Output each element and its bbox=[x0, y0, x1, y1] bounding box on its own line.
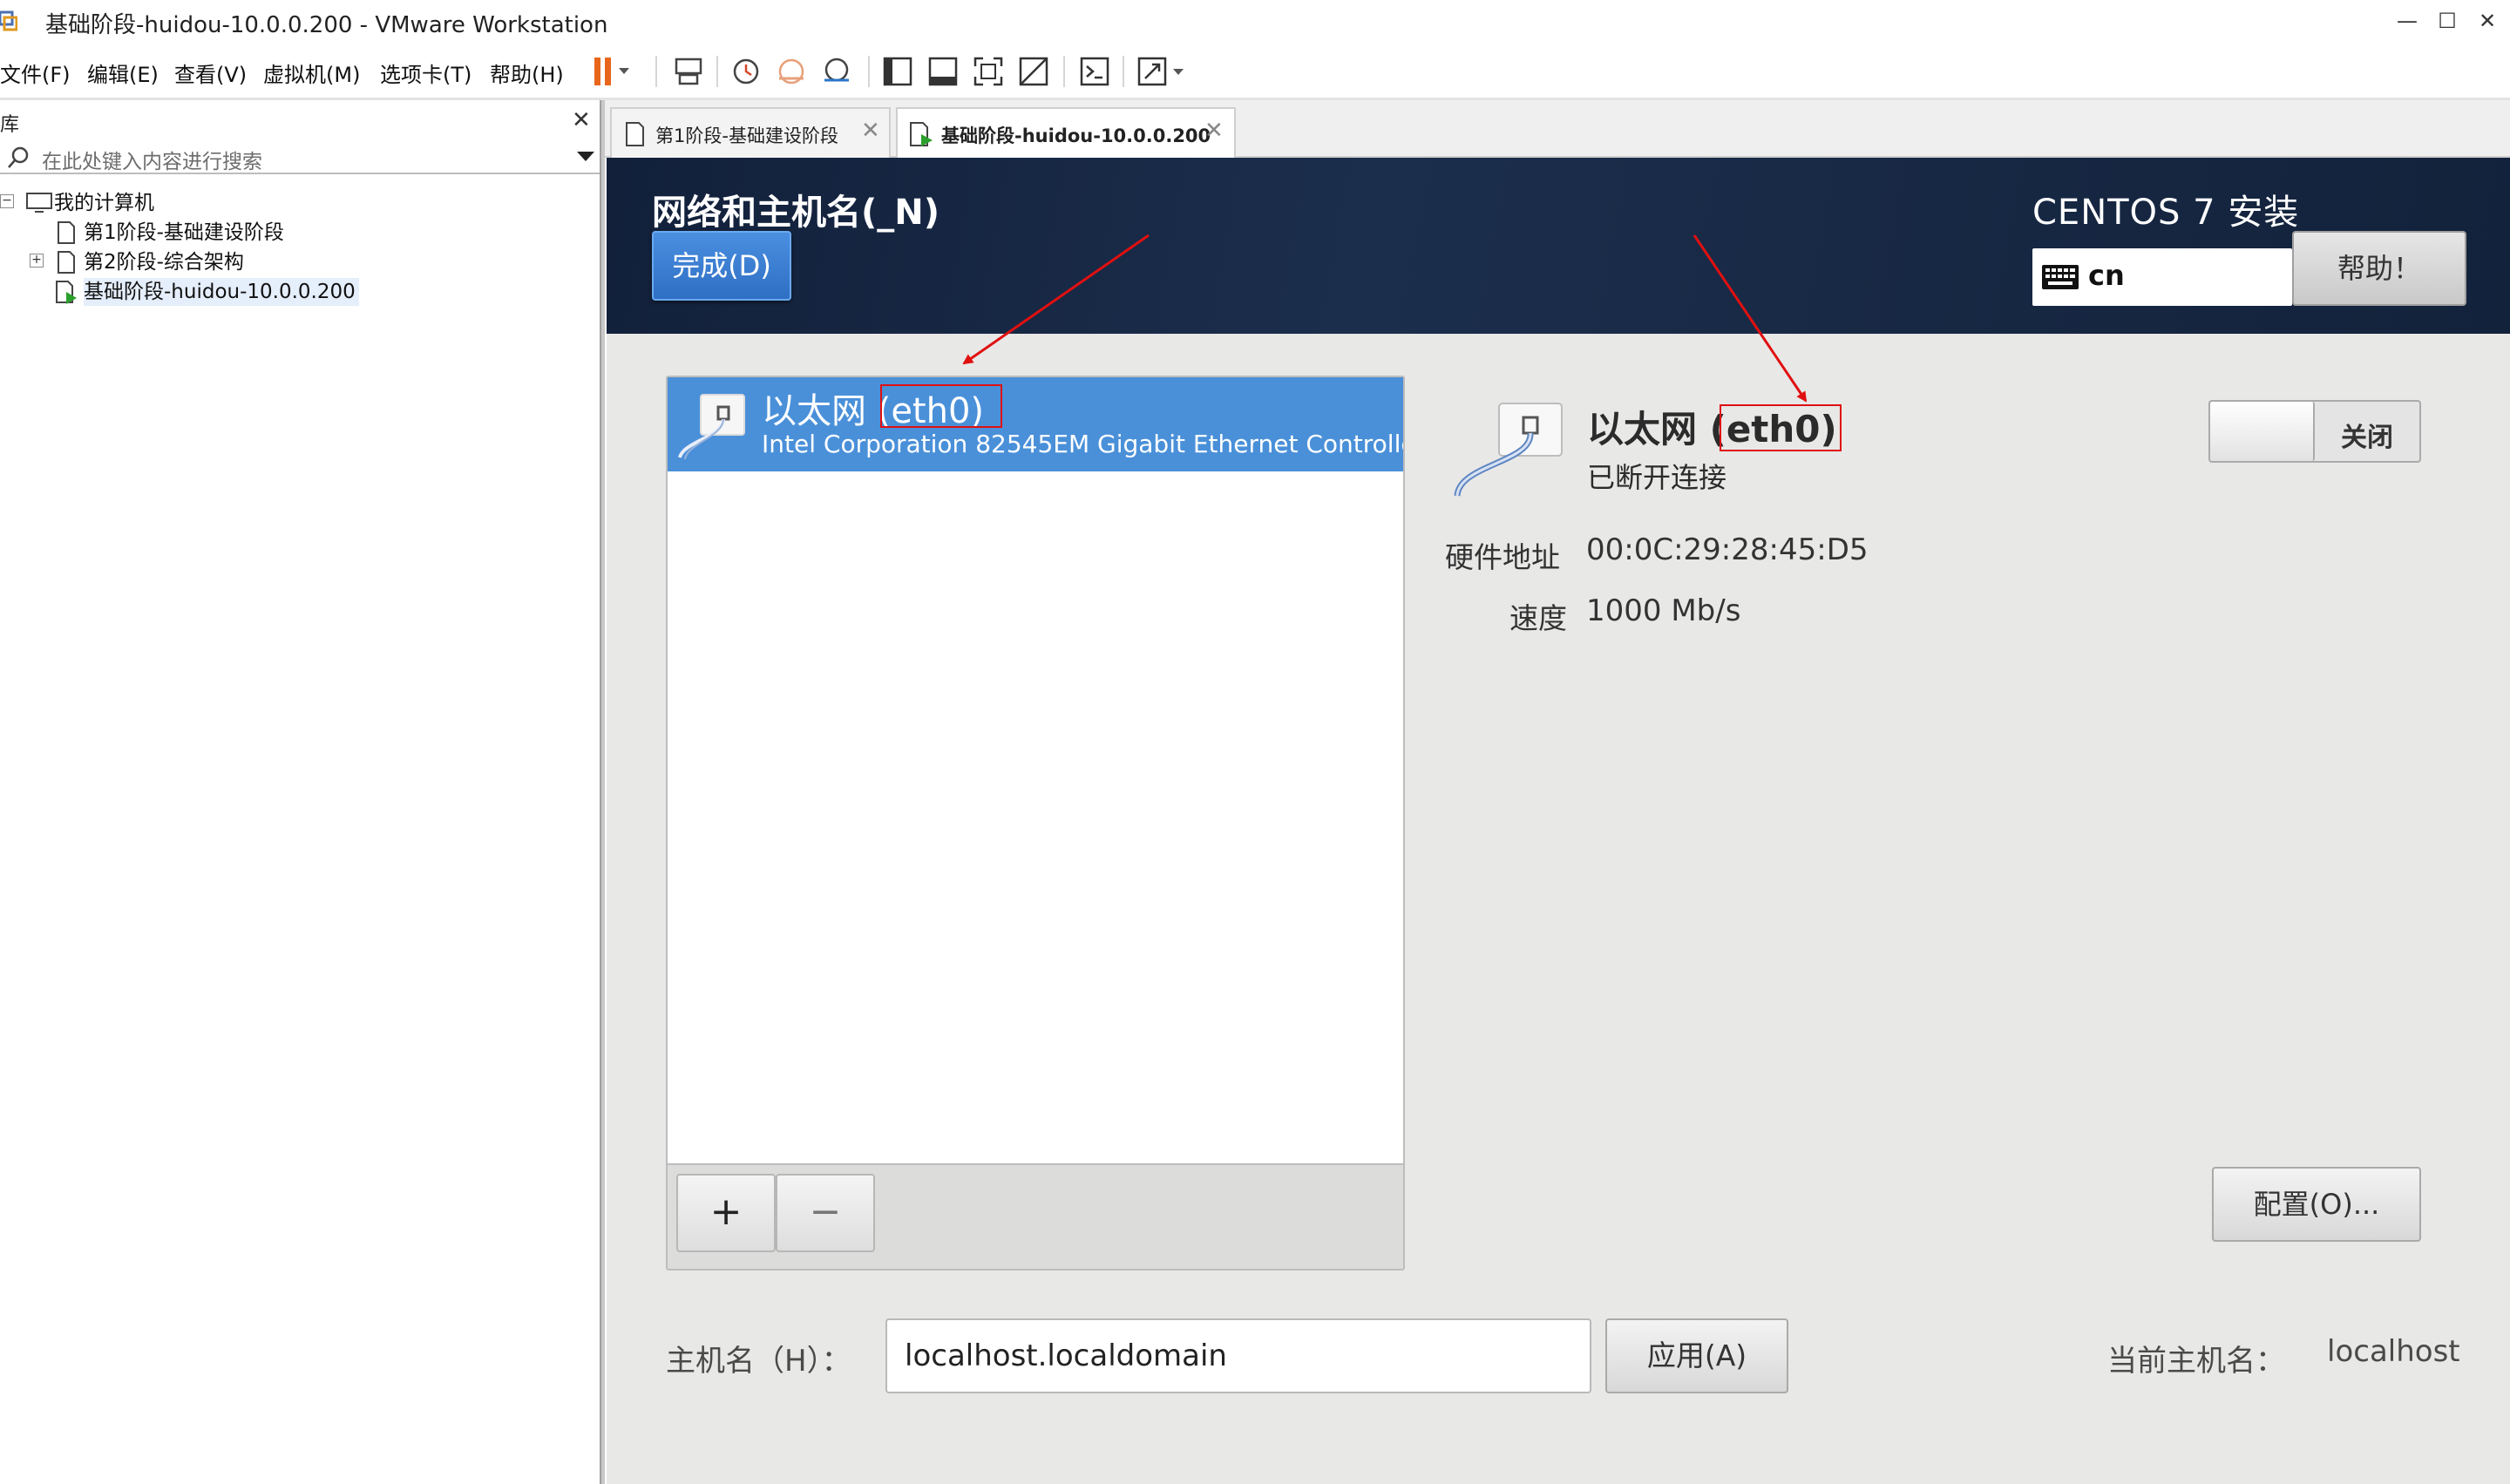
hardware-address-label: 硬件地址 bbox=[1445, 540, 1560, 574]
done-button[interactable]: 完成(D) bbox=[652, 231, 791, 301]
fullscreen-icon[interactable] bbox=[971, 54, 1006, 89]
menu-help[interactable]: 帮助(H) bbox=[490, 58, 564, 88]
console-icon[interactable] bbox=[1077, 54, 1112, 89]
tab-label: 基础阶段-huidou-10.0.0.200 bbox=[941, 125, 1211, 146]
vmware-logo-icon bbox=[0, 10, 17, 31]
tree-expand-icon[interactable]: + bbox=[30, 254, 44, 268]
tab-close-icon[interactable]: ✕ bbox=[861, 118, 880, 144]
minimize-button[interactable]: — bbox=[2386, 5, 2428, 37]
network-device-list: 以太网 (eth0) Intel Corporation 82545EM Gig… bbox=[666, 376, 1405, 1271]
tab-label: 第1阶段-基础建设阶段 bbox=[655, 125, 838, 146]
menu-view[interactable]: 查看(V) bbox=[174, 58, 247, 88]
toggle-knob[interactable] bbox=[2210, 402, 2315, 461]
vm-console[interactable]: 网络和主机名(_N) 完成(D) CENTOS 7 安装 cn 帮助！ 以太网 … bbox=[607, 158, 2510, 1484]
tab-close-icon[interactable]: ✕ bbox=[1204, 118, 1224, 144]
snapshot-icon[interactable] bbox=[729, 54, 763, 89]
pause-icon[interactable] bbox=[591, 54, 633, 89]
device-description: Intel Corporation 82545EM Gigabit Ethern… bbox=[762, 430, 1403, 458]
menu-bar: 文件(F) 编辑(E) 查看(V) 虚拟机(M) 选项卡(T) 帮助(H) bbox=[0, 45, 2510, 96]
installer-header: 网络和主机名(_N) 完成(D) CENTOS 7 安装 cn 帮助！ bbox=[607, 158, 2510, 334]
tab-vm-1[interactable]: 第1阶段-基础建设阶段 ✕ bbox=[610, 107, 891, 158]
sidebar-splitter[interactable] bbox=[600, 100, 605, 1484]
maximize-button[interactable]: ☐ bbox=[2426, 5, 2468, 37]
window-title: 基础阶段-huidou-10.0.0.200 - VMware Workstat… bbox=[45, 12, 608, 38]
hostname-input[interactable] bbox=[885, 1318, 1591, 1393]
toggle-state-label: 关闭 bbox=[2341, 423, 2393, 453]
tree-collapse-icon[interactable]: − bbox=[0, 194, 14, 208]
vm-tab-strip: 第1阶段-基础建设阶段 ✕ 基础阶段-huidou-10.0.0.200 ✕ bbox=[605, 100, 2510, 158]
vm-icon bbox=[626, 122, 644, 146]
show-library-icon[interactable] bbox=[880, 54, 915, 89]
menu-file[interactable]: 文件(F) bbox=[0, 58, 71, 88]
library-title: 库 bbox=[0, 114, 20, 136]
device-list-toolbar: + − bbox=[668, 1163, 1403, 1269]
configure-button[interactable]: 配置(O)... bbox=[2212, 1167, 2421, 1242]
vm-running-icon bbox=[910, 122, 933, 146]
device-row-eth0[interactable]: 以太网 (eth0) Intel Corporation 82545EM Gig… bbox=[668, 377, 1403, 471]
vm-icon bbox=[58, 251, 75, 274]
stretch-icon[interactable] bbox=[1135, 54, 1189, 89]
search-dropdown-icon[interactable] bbox=[577, 152, 594, 161]
keyboard-icon bbox=[2042, 265, 2079, 289]
connection-status: 已断开连接 bbox=[1587, 461, 1727, 494]
menu-vm[interactable]: 虚拟机(M) bbox=[263, 58, 360, 88]
tab-vm-2[interactable]: 基础阶段-huidou-10.0.0.200 ✕ bbox=[896, 107, 1236, 158]
speed-label: 速度 bbox=[1509, 601, 1567, 635]
computer-icon bbox=[26, 193, 52, 213]
menu-edit[interactable]: 编辑(E) bbox=[87, 58, 159, 88]
menu-tabs[interactable]: 选项卡(T) bbox=[380, 58, 471, 88]
revert-snapshot-icon[interactable] bbox=[774, 54, 809, 89]
tree-item-vm-3[interactable]: 基础阶段-huidou-10.0.0.200 bbox=[84, 278, 359, 306]
keyboard-layout-label: cn bbox=[2088, 259, 2125, 292]
hostname-label: 主机名（H）： bbox=[666, 1344, 851, 1379]
send-keys-icon[interactable] bbox=[671, 54, 706, 89]
search-placeholder: 在此处键入内容进行搜索 bbox=[42, 151, 262, 173]
remove-device-button[interactable]: − bbox=[776, 1174, 875, 1252]
help-button[interactable]: 帮助！ bbox=[2292, 231, 2466, 306]
library-search[interactable]: 在此处键入内容进行搜索 bbox=[0, 139, 601, 174]
library-panel: 库 ✕ 在此处键入内容进行搜索 − 我的计算机 第1阶段-基础建设阶段 + 第2… bbox=[0, 100, 601, 1484]
apply-hostname-button[interactable]: 应用(A) bbox=[1605, 1318, 1788, 1393]
unity-icon[interactable] bbox=[1016, 54, 1051, 89]
search-icon bbox=[8, 146, 29, 168]
snapshot-manager-icon[interactable] bbox=[819, 54, 854, 89]
ethernet-icon bbox=[678, 394, 745, 460]
add-device-button[interactable]: + bbox=[676, 1174, 776, 1252]
current-hostname-label: 当前主机名： bbox=[2107, 1344, 2285, 1379]
ethernet-large-icon bbox=[1454, 403, 1563, 497]
annotation-box-list bbox=[880, 384, 1002, 428]
vm-icon bbox=[58, 221, 75, 244]
tree-item-my-computer[interactable]: 我的计算机 bbox=[54, 189, 154, 217]
page-title: 网络和主机名(_N) bbox=[652, 193, 940, 233]
hardware-address-value: 00:0C:29:28:45:D5 bbox=[1586, 532, 1869, 567]
current-hostname-value: localhost bbox=[2327, 1334, 2460, 1369]
connection-toggle[interactable]: 关闭 bbox=[2208, 400, 2421, 463]
tree-item-vm-2[interactable]: 第2阶段-综合架构 bbox=[84, 248, 244, 276]
keyboard-layout-indicator[interactable]: cn bbox=[2032, 248, 2292, 306]
speed-value: 1000 Mb/s bbox=[1586, 593, 1741, 628]
title-bar: 基础阶段-huidou-10.0.0.200 - VMware Workstat… bbox=[0, 0, 2510, 44]
annotation-box-detail bbox=[1720, 404, 1842, 451]
thumbnail-bar-icon[interactable] bbox=[926, 54, 960, 89]
product-title: CENTOS 7 安装 bbox=[2032, 193, 2300, 233]
close-window-button[interactable]: ✕ bbox=[2466, 5, 2508, 37]
tree-item-vm-1[interactable]: 第1阶段-基础建设阶段 bbox=[84, 219, 284, 247]
vm-running-icon bbox=[56, 281, 77, 304]
library-close-icon[interactable]: ✕ bbox=[572, 107, 591, 133]
